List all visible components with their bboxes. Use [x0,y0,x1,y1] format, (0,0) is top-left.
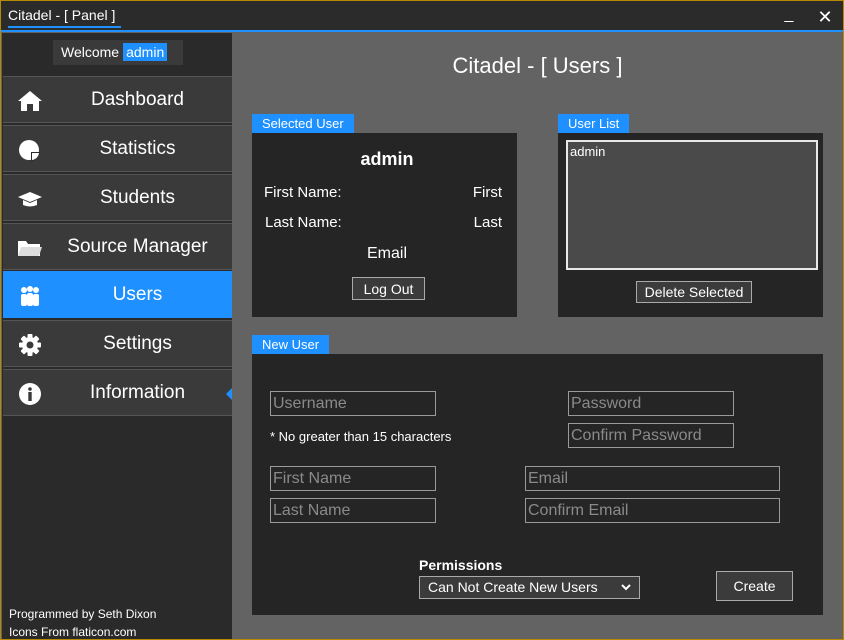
selected-user-name: admin [360,149,414,169]
user-list-box[interactable]: admin [566,140,818,270]
page-title: Citadel - [ Users ] [452,53,623,78]
permissions-label: Permissions [419,557,503,573]
new-user-tag: New User [252,335,330,355]
create-button[interactable]: Create [716,571,793,601]
email-input[interactable]: Email [525,466,780,491]
sidebar-item-settings[interactable]: Settings [3,320,232,367]
username-input[interactable]: Username [270,391,436,416]
close-button[interactable]: ✕ [813,6,837,28]
main-content: Citadel - [ Users ] Selected User admin … [232,35,843,639]
delete-selected-button[interactable]: Delete Selected [636,281,752,303]
users-icon [17,284,43,308]
sidebar-item-students[interactable]: Students [3,174,232,221]
credits-icons: Icons From flaticon.com [9,625,137,639]
username-hint: * No greater than 15 characters [270,429,452,444]
sidebar-item-label: Information [89,382,186,403]
credits-author: Programmed by Seth Dixon [9,607,157,621]
first-name-value: First [472,184,502,201]
sidebar-item-label: Settings [103,333,172,354]
list-item[interactable]: admin [570,144,814,159]
first-name-label: First Name: [264,184,342,201]
window-title: Citadel - [ Panel ] [8,7,122,28]
password-input[interactable]: Password [568,391,734,416]
welcome-label: Welcome [61,44,120,60]
sidebar: Welcome admin Dashboard Statistics Studen… [2,33,233,640]
new-user-panel: Username Password * No greater than 15 c… [252,354,823,615]
sidebar-item-dashboard[interactable]: Dashboard [3,76,232,123]
user-list-panel: admin Delete Selected [558,133,823,317]
folder-icon [17,236,43,260]
confirm-password-input[interactable]: Confirm Password [568,423,734,448]
sidebar-item-label: Dashboard [91,89,184,110]
sidebar-item-source-manager[interactable]: Source Manager [3,223,232,270]
welcome-username: admin [123,43,168,61]
info-icon [17,382,43,406]
title-bar[interactable]: Citadel - [ Panel ] _ ✕ [1,1,843,32]
selected-user-tag: Selected User [252,114,354,134]
pie-chart-icon [17,138,43,162]
sidebar-item-users[interactable]: Users [3,271,233,318]
permissions-selected-value: Can Not Create New Users [428,579,598,595]
log-out-button[interactable]: Log Out [352,277,425,300]
user-list-tag: User List [558,114,630,134]
sidebar-item-label: Students [100,187,175,208]
chevron-down-icon [621,577,631,605]
sidebar-item-information[interactable]: Information [3,369,233,416]
sidebar-item-statistics[interactable]: Statistics [3,125,232,172]
welcome-badge: Welcome admin [53,40,183,65]
graduation-cap-icon [17,187,43,211]
permissions-select[interactable]: Can Not Create New Users [419,576,640,599]
minimize-button[interactable]: _ [777,7,801,27]
first-name-input[interactable]: First Name [270,466,436,491]
confirm-email-input[interactable]: Confirm Email [525,498,780,523]
selected-user-panel: admin First Name: First Last Name: Last … [252,133,517,317]
sidebar-item-label: Source Manager [67,236,208,257]
sidebar-item-label: Users [112,284,163,305]
gear-icon [17,333,43,357]
sidebar-item-label: Statistics [99,138,176,159]
home-icon [17,89,43,113]
last-name-label: Last Name: [265,214,342,231]
credits: Programmed by Seth Dixon Icons From flat… [9,605,156,640]
last-name-value: Last [473,214,502,231]
last-name-input[interactable]: Last Name [270,498,436,523]
email-value: Email [366,245,407,262]
app-window: Citadel - [ Panel ] _ ✕ Welcome admin Das… [0,0,844,640]
